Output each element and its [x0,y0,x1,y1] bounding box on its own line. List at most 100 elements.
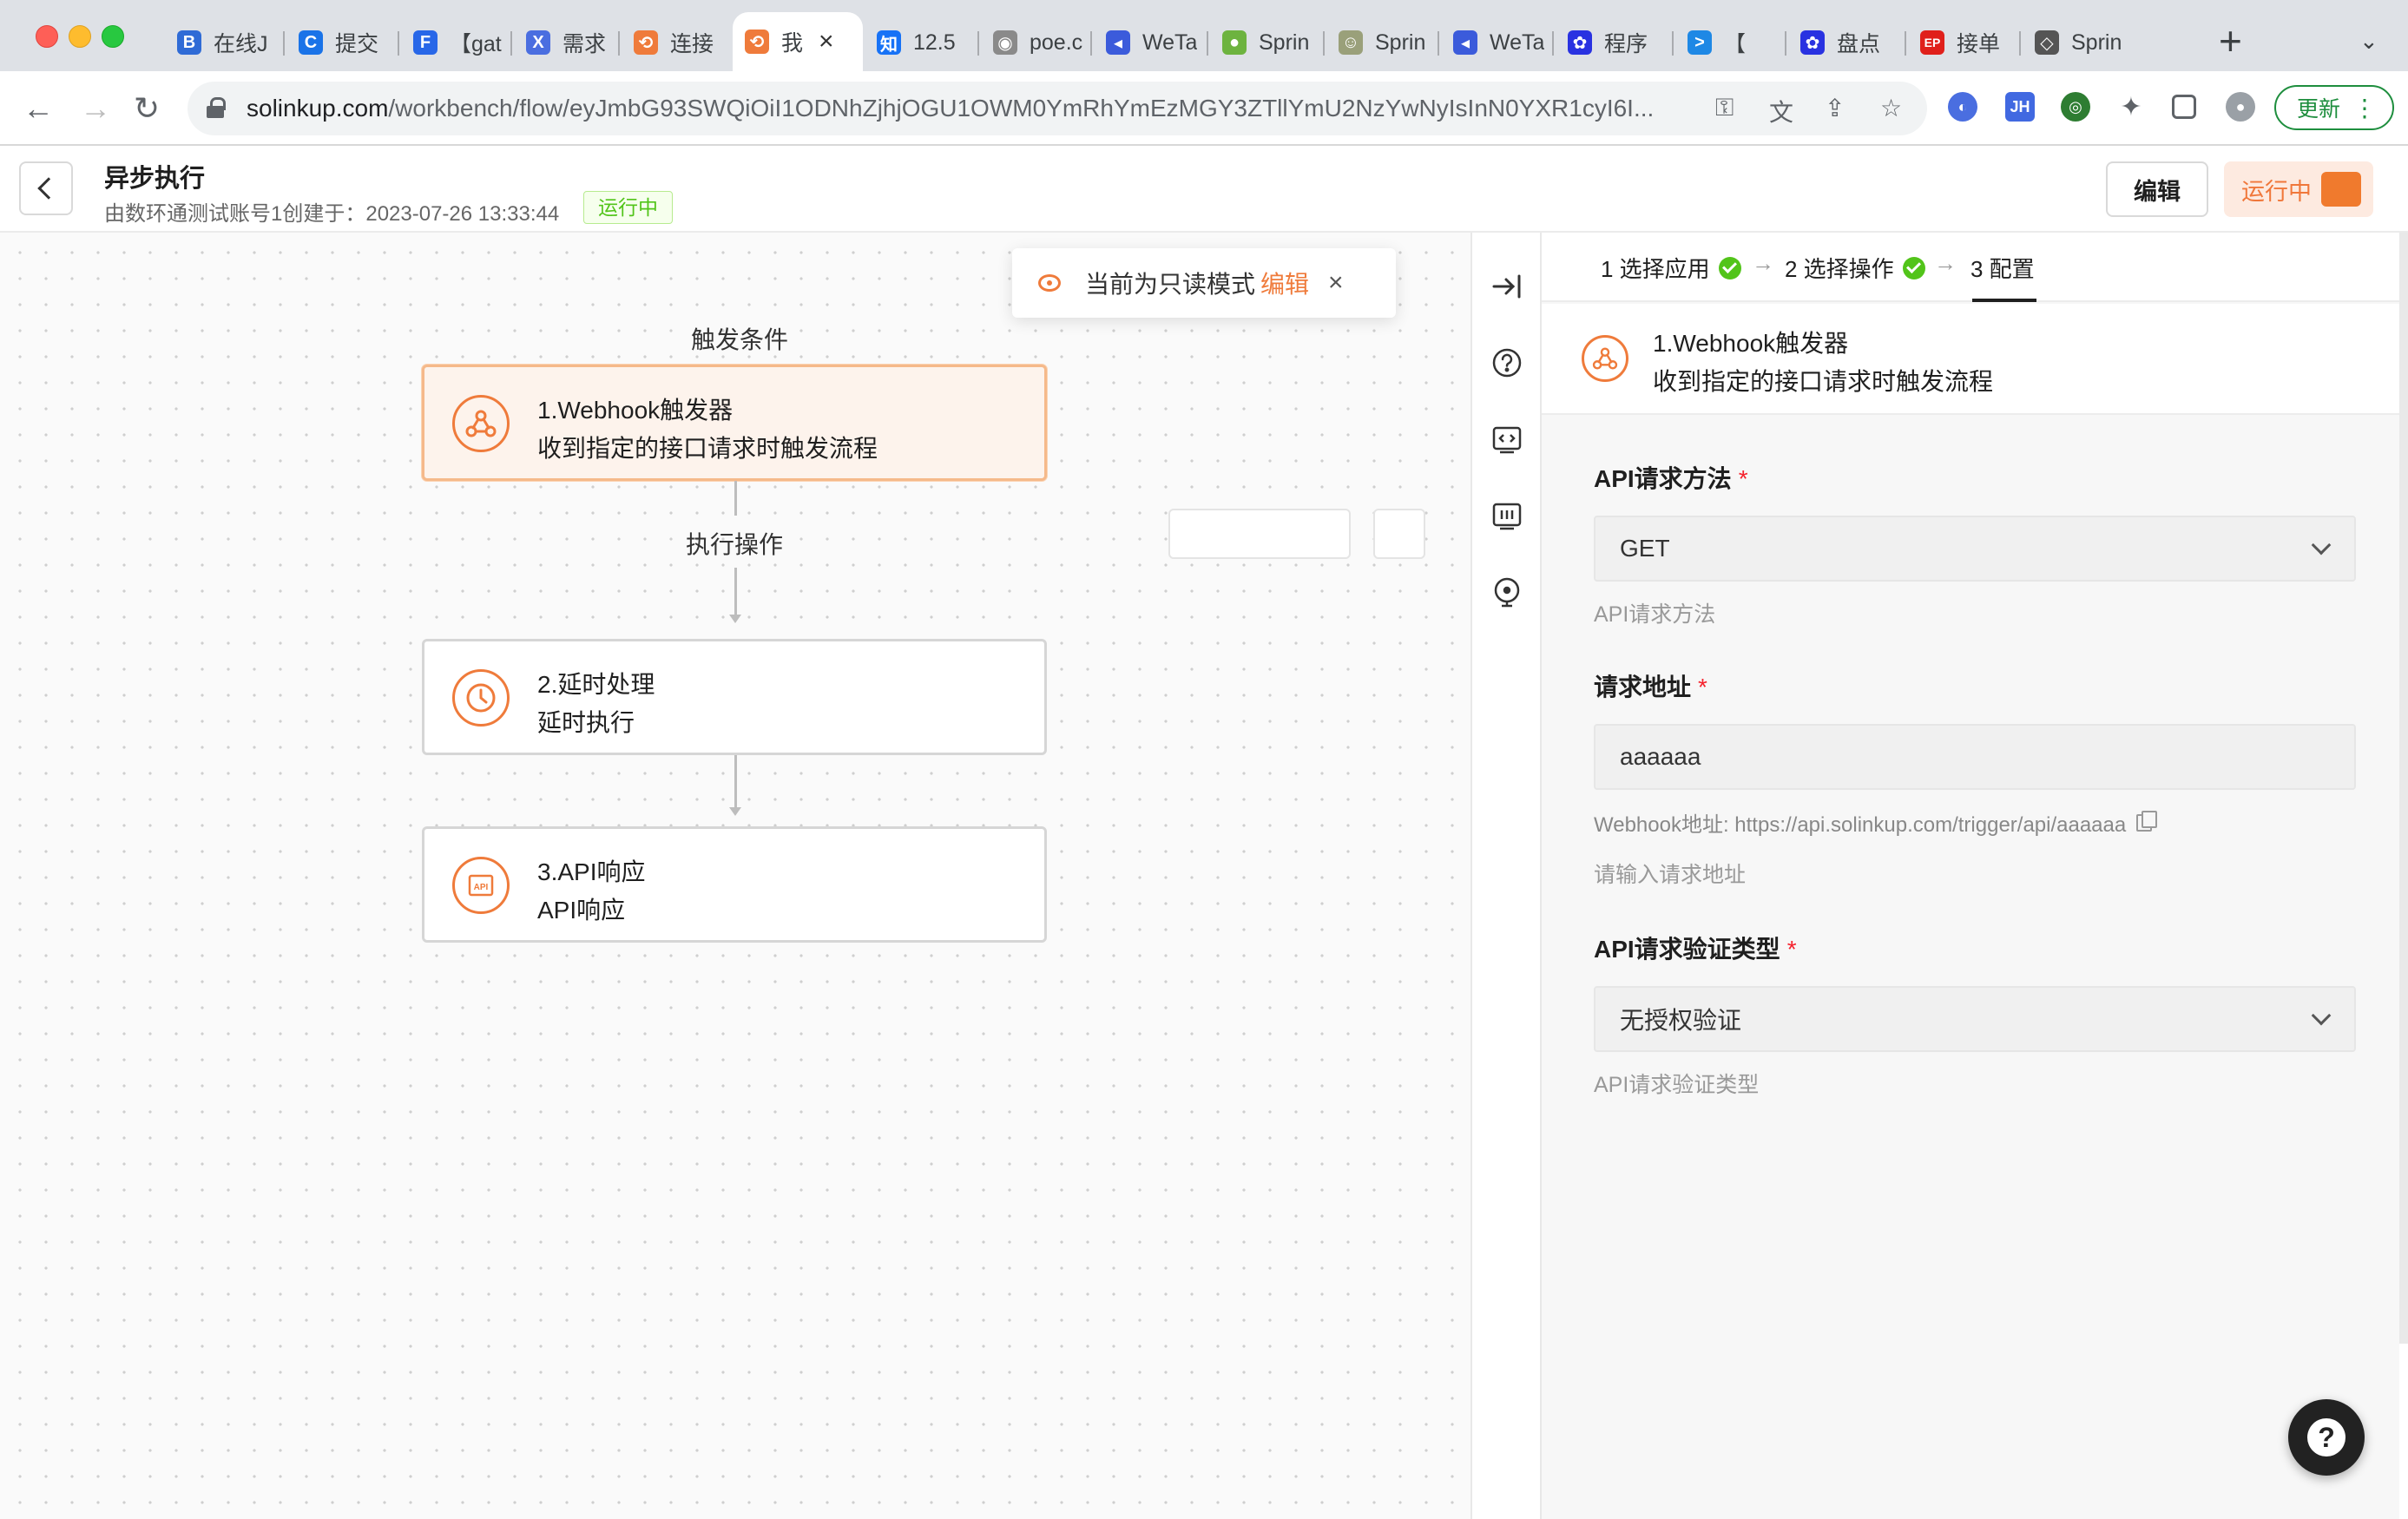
key-icon[interactable]: ⚿ [1715,94,1734,122]
avatar-icon: ☺ [1339,30,1363,55]
panel-scrollbar[interactable] [2399,233,2408,1344]
url-host: solinkup.com [247,95,389,122]
bookmark-star-icon[interactable]: ☆ [1880,94,1902,122]
window-zoom-button[interactable] [102,25,124,48]
browser-tab[interactable]: ● Sprin [1210,19,1323,66]
new-tab-button[interactable]: + [2219,17,2242,64]
node-title: 3.API响应 [537,858,646,885]
webhook-icon [1582,335,1628,382]
step-label: 3 配置 [1970,256,2035,282]
forward-arrow-icon[interactable]: → [80,90,111,127]
browser-tab[interactable]: ⟲ 连接 [622,19,734,66]
config-panel: 1 选择应用 → 2 选择操作 → 3 配置 1.Webhook触发器 收到指定… [1542,233,2399,1519]
tab-separator [1438,31,1439,56]
browser-tab[interactable]: C 提交 [286,19,399,66]
browser-tab[interactable]: F 【gat [401,19,514,66]
share-icon[interactable]: ⇪ [1825,94,1845,122]
step-select-app[interactable]: 1 选择应用 [1601,252,1741,284]
back-button[interactable] [19,161,73,215]
webhook-url-text: Webhook地址: https://api.solinkup.com/trig… [1594,813,2127,837]
window-close-button[interactable] [36,25,58,48]
browser-tab[interactable]: ◂ WeTa [1441,19,1554,66]
extension-icon[interactable]: ◎ [2061,92,2090,122]
weta-icon: ◂ [1453,30,1477,55]
tab-close-icon[interactable]: × [819,27,834,56]
browser-update-button[interactable]: 更新 ⋮ [2274,85,2394,130]
auth-type-select[interactable]: 无授权验证 [1594,986,2356,1052]
auth-type-help: API请求验证类型 [1594,1073,1760,1097]
flow-connector [734,755,737,812]
tab-search-chevron-icon[interactable]: ⌄ [2359,28,2378,55]
step-label: 1 选择应用 [1601,256,1710,282]
browser-tab[interactable]: ☺ Sprin [1326,19,1439,66]
browser-tab[interactable]: ◂ WeTa [1094,19,1207,66]
update-label: 更新 [2297,97,2341,122]
edit-button[interactable]: 编辑 [2106,161,2208,217]
tab-title: 【 [1724,32,1747,56]
flow-node-api-response[interactable]: API 3.API响应 API响应 [422,826,1047,943]
code-icon[interactable] [1490,422,1524,457]
address-input[interactable]: aaaaaa [1594,724,2356,790]
spring-icon: ● [1222,30,1247,55]
lock-icon[interactable] [207,97,226,118]
address-bar[interactable]: solinkup.com/workbench/flow/eyJmbG93SWQi… [188,82,1927,135]
translate-icon[interactable]: 文 [1769,94,1793,128]
connector-arrow-icon [729,807,741,816]
debug-icon[interactable] [1490,575,1524,609]
chevron-down-icon [2311,1005,2332,1026]
required-mark: * [1698,674,1707,700]
method-label-text: API请求方法 [1594,465,1732,492]
close-icon[interactable]: × [1328,268,1344,298]
browser-tab[interactable]: ✿ 程序 [1556,19,1668,66]
extension-icon[interactable]: ◐ [1948,92,1977,122]
browser-tab[interactable]: ⟲ 我 × [733,12,863,71]
back-arrow-icon[interactable]: ← [23,90,54,127]
browser-tab[interactable]: ✿ 盘点 [1788,19,1901,66]
tab-title: Sprin [1259,30,1310,55]
readonly-edit-link[interactable]: 编辑 [1260,266,1309,300]
ep-icon: EP [1920,30,1944,55]
connector-arrow-icon [729,615,741,623]
help-fab-button[interactable]: ? [2288,1399,2365,1476]
flow-node-webhook[interactable]: 1.Webhook触发器 收到指定的接口请求时触发流程 [422,365,1047,481]
method-help: API请求方法 [1594,602,1716,627]
browser-tab[interactable]: X 需求 [514,19,627,66]
help-circle-icon[interactable] [1490,345,1524,380]
node-subtitle: 延时执行 [537,709,635,736]
zoom-control[interactable] [1168,509,1351,559]
tab-title: poe.c [1030,30,1083,55]
browser-tab[interactable]: 知 12.5 [865,19,977,66]
reload-icon[interactable]: ↻ [134,90,160,127]
flow-node-delay[interactable]: 2.延时处理 延时执行 [422,639,1047,755]
tab-title: WeTa [1142,30,1198,55]
more-menu-icon[interactable]: ⋮ [2352,94,2377,122]
auth-type-value: 无授权验证 [1620,1007,1742,1034]
profile-avatar[interactable]: ● [2226,92,2255,122]
browser-tab[interactable]: ◇ Sprin [2023,19,2135,66]
browser-tab[interactable]: EP 接单 [1908,19,2021,66]
method-select[interactable]: GET [1594,516,2356,582]
browser-tab[interactable]: B 在线J [165,19,278,66]
collapse-panel-icon[interactable] [1490,269,1524,304]
step-configure[interactable]: 3 配置 [1970,252,2035,284]
puzzle-extensions-icon[interactable]: ✦ [2116,92,2146,122]
browser-tab[interactable]: ◉ poe.c [981,19,1094,66]
tab-separator [283,31,285,56]
flow-canvas[interactable]: 触发条件 1.Webhook触发器 收到指定的接口请求时触发流程 执行操作 2.… [0,233,1470,1519]
url-text[interactable]: solinkup.com/workbench/flow/eyJmbG93SWQi… [247,95,1896,122]
jh-extension-icon[interactable]: JH [2005,92,2035,122]
fit-view-icon[interactable] [1373,509,1425,559]
side-panel-icon[interactable] [2172,95,2196,119]
tab-title: 程序 [1604,32,1648,56]
copy-icon[interactable] [2136,810,2158,832]
method-value: GET [1620,535,1670,562]
tab-separator [618,31,620,56]
step-select-action[interactable]: 2 选择操作 [1785,252,1925,284]
toggle-knob [2321,172,2361,207]
log-icon[interactable] [1490,498,1524,533]
run-toggle[interactable]: 运行中 [2224,161,2373,217]
terminal-icon: > [1688,30,1712,55]
browser-tab[interactable]: > 【 [1675,19,1788,66]
node-subtitle: API响应 [537,897,626,924]
window-minimize-button[interactable] [69,25,91,48]
